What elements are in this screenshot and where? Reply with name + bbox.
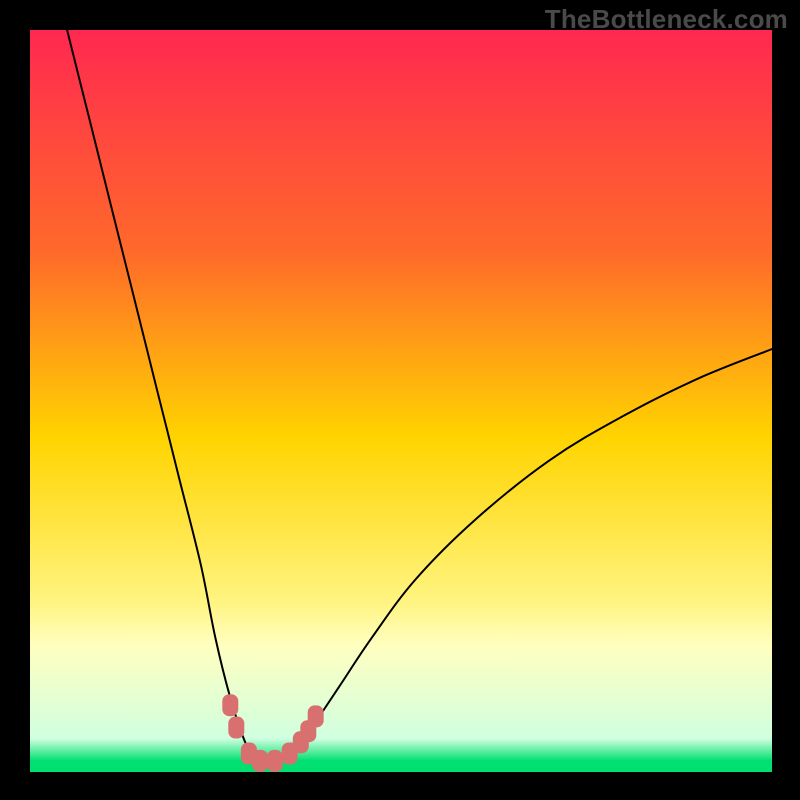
curve-marker — [252, 750, 268, 772]
curve-marker — [308, 705, 324, 727]
marker-group — [222, 694, 323, 772]
curve-marker — [222, 694, 238, 716]
plot-area — [30, 30, 772, 772]
curve-marker — [267, 750, 283, 772]
curve-marker — [228, 717, 244, 739]
bottleneck-curve — [67, 30, 772, 763]
curve-layer — [30, 30, 772, 772]
chart-frame: TheBottleneck.com — [0, 0, 800, 800]
watermark-text: TheBottleneck.com — [545, 4, 788, 35]
